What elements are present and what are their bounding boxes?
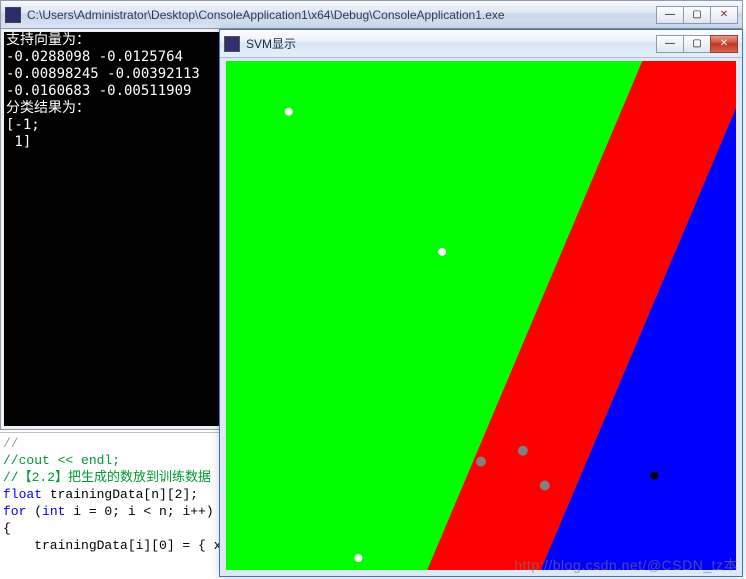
code-line: // — [3, 436, 19, 451]
code-editor[interactable]: // //cout << endl; //【2.2】把生成的数放到训练数据 fl… — [0, 432, 219, 579]
close-button[interactable]: ✕ — [710, 6, 738, 24]
point-white — [354, 554, 362, 562]
console-line: [-1; — [6, 117, 40, 133]
keyword: for — [3, 504, 26, 519]
console-line: -0.0288098 -0.0125764 — [6, 49, 183, 65]
maximize-button[interactable]: ▢ — [683, 35, 711, 53]
code-text: trainingData[n][2]; — [42, 487, 198, 502]
console-line: 支持向量为： — [6, 32, 90, 48]
app-icon — [224, 36, 240, 52]
code-line: //【2.2】把生成的数放到训练数据 — [3, 470, 211, 485]
point-sv — [518, 446, 528, 456]
minimize-button[interactable]: — — [656, 6, 684, 24]
app-icon — [5, 7, 21, 23]
point-white — [285, 108, 293, 116]
code-line: //cout << endl; — [3, 453, 120, 468]
svm-svg — [226, 61, 736, 570]
point-sv — [476, 457, 486, 467]
console-line: 分类结果为： — [6, 100, 90, 116]
close-button[interactable]: ✕ — [710, 35, 738, 53]
svm-window: SVM显示 — ▢ ✕ — [219, 29, 743, 577]
svm-plot — [226, 61, 736, 570]
point-white — [438, 248, 446, 256]
point-sv — [540, 481, 550, 491]
console-title: C:\Users\Administrator\Desktop\ConsoleAp… — [27, 8, 657, 22]
window-controls: — ▢ ✕ — [657, 35, 738, 53]
maximize-button[interactable]: ▢ — [683, 6, 711, 24]
console-line: -0.00898245 -0.00392113 — [6, 66, 200, 82]
keyword: int — [42, 504, 65, 519]
console-titlebar[interactable]: C:\Users\Administrator\Desktop\ConsoleAp… — [1, 1, 742, 29]
keyword: float — [3, 487, 42, 502]
code-line: trainingData[i][0] = { x[i] — [3, 538, 219, 553]
console-line: 1] — [6, 134, 31, 150]
code-text: i = 0; i < n; i++) — [65, 504, 213, 519]
point-black — [650, 472, 658, 480]
minimize-button[interactable]: — — [656, 35, 684, 53]
window-controls: — ▢ ✕ — [657, 6, 738, 24]
svm-title: SVM显示 — [246, 35, 657, 52]
svm-titlebar[interactable]: SVM显示 — ▢ ✕ — [220, 30, 742, 58]
watermark: http://blog.csdn.net/@CSDN_tz本 — [514, 555, 738, 575]
console-line: -0.0160683 -0.00511909 — [6, 83, 191, 99]
code-line: { — [3, 521, 11, 536]
code-text: ( — [26, 504, 42, 519]
